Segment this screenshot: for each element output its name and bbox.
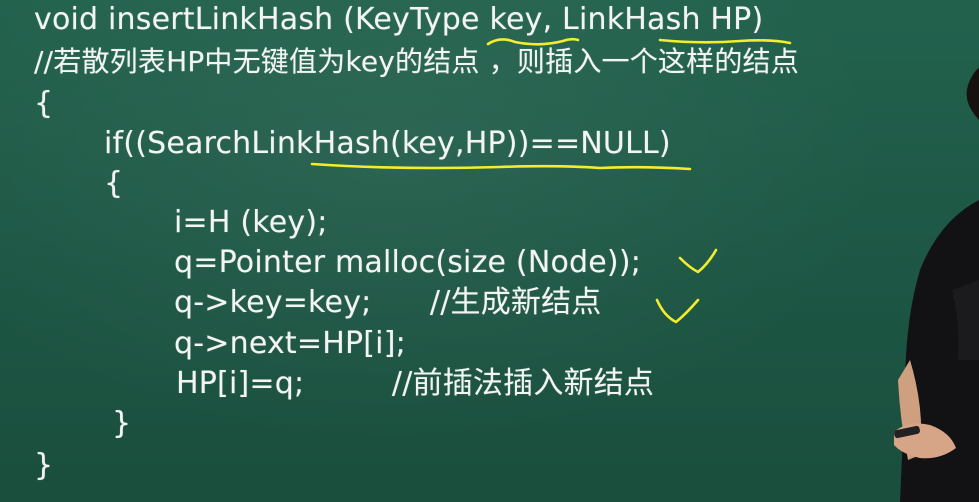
underline-if-condition-icon <box>310 162 692 171</box>
underline-key-icon <box>486 37 580 46</box>
underline-hash-hp-icon <box>658 38 792 45</box>
checkmark-malloc-icon <box>678 248 718 274</box>
instructor-figure <box>894 68 979 502</box>
marker-annotations <box>310 37 792 324</box>
checkmark-new-node-icon <box>655 298 700 324</box>
